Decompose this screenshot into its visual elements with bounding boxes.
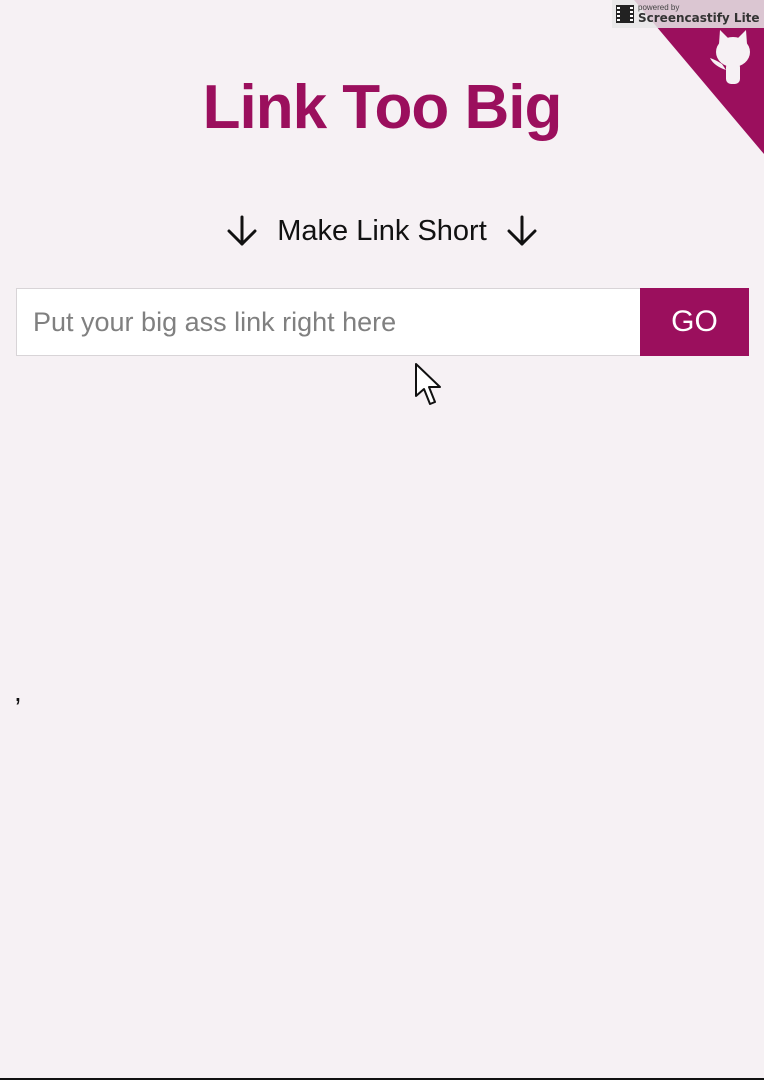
mouse-pointer-icon <box>415 363 441 405</box>
go-button[interactable]: GO <box>640 288 749 356</box>
stray-text: , <box>14 676 22 707</box>
arrow-down-icon <box>227 215 257 246</box>
subtitle-text: Make Link Short <box>277 214 487 247</box>
watermark-text: powered by Screencastify Lite <box>638 4 760 25</box>
watermark-brand: Screencastify Lite <box>638 11 760 25</box>
subtitle-row: Make Link Short <box>0 214 764 248</box>
page-title: Link Too Big <box>202 73 563 142</box>
arrow-down-icon <box>507 215 537 246</box>
link-input[interactable] <box>16 288 640 356</box>
film-icon <box>616 5 634 23</box>
screencastify-watermark: powered by Screencastify Lite <box>612 0 764 28</box>
shorten-link-form: GO <box>16 288 749 356</box>
